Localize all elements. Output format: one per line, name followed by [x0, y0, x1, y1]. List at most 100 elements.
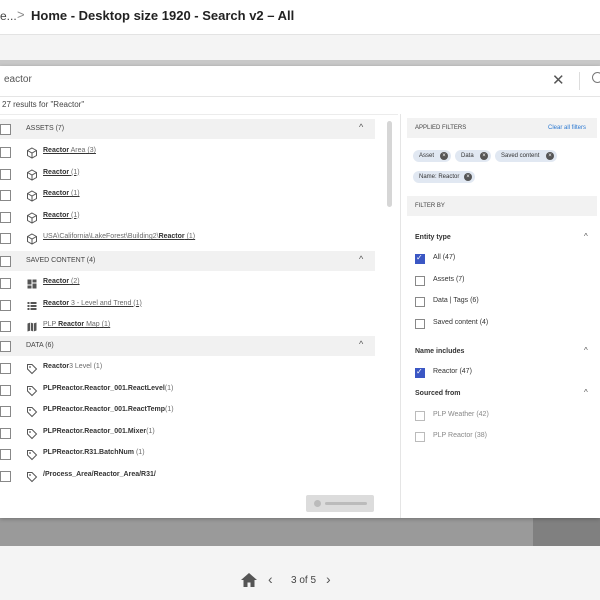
- row-checkbox[interactable]: [0, 470, 11, 482]
- result-count: (1): [69, 168, 80, 176]
- row-checkbox[interactable]: [0, 321, 11, 332]
- result-link[interactable]: Reactor 3 - Level and Trend (1): [43, 300, 142, 307]
- checkbox[interactable]: [415, 276, 425, 286]
- row-checkbox[interactable]: [0, 384, 11, 396]
- result-count: (3): [85, 147, 96, 154]
- row-checkbox[interactable]: [0, 190, 11, 201]
- scrollbar[interactable]: [387, 121, 392, 207]
- result-link[interactable]: Reactor3 Level (1): [43, 363, 102, 370]
- previous-page-icon[interactable]: ‹: [268, 571, 273, 587]
- result-prefix: PLP: [43, 321, 59, 328]
- result-link[interactable]: /Process_Area/Reactor_Area/R31/: [43, 471, 156, 478]
- row-checkbox[interactable]: [0, 363, 11, 374]
- result-row[interactable]: PLPReactor.R31.BatchNum (1): [0, 445, 375, 463]
- result-row[interactable]: Reactor 3 - Level and Trend (1): [0, 296, 375, 314]
- row-checkbox[interactable]: [0, 449, 11, 460]
- group-header-assets[interactable]: ASSETS (7) ^: [0, 119, 375, 139]
- result-row[interactable]: Reactor (2): [0, 274, 375, 292]
- checkbox-checked[interactable]: [415, 367, 425, 378]
- chevron-up-icon[interactable]: ^: [359, 339, 363, 349]
- result-link[interactable]: PLP Reactor Map (1): [43, 321, 110, 328]
- result-suffix: Map: [84, 321, 100, 328]
- result-row[interactable]: Reactor3 Level (1): [0, 359, 375, 377]
- row-checkbox[interactable]: [0, 299, 11, 311]
- result-link[interactable]: USA\California\LakeForest\Building2\Reac…: [43, 233, 195, 240]
- checkbox[interactable]: [415, 297, 425, 307]
- page-title: Home - Desktop size 1920 - Search v2 – A…: [31, 8, 295, 23]
- tag-icon: [26, 427, 38, 439]
- clear-all-filters-link[interactable]: Clear all filters: [548, 125, 586, 131]
- applied-filters-header: APPLIED FILTERS Clear all filters: [407, 118, 597, 138]
- filter-chip: Name: Reactor ×: [413, 171, 475, 183]
- stage-bottom-corner: [533, 518, 600, 546]
- filter-by-title: FILTER BY: [415, 203, 445, 209]
- checkbox-checked[interactable]: [415, 253, 425, 264]
- result-row[interactable]: Reactor (1): [0, 165, 375, 183]
- row-checkbox[interactable]: [0, 211, 11, 223]
- chevron-up-icon[interactable]: ^: [359, 122, 363, 132]
- result-row[interactable]: Reactor Area (3): [0, 143, 375, 161]
- row-checkbox[interactable]: [0, 278, 11, 289]
- chevron-up-icon[interactable]: ^: [584, 232, 588, 241]
- group-checkbox[interactable]: [0, 256, 11, 267]
- result-link[interactable]: Reactor (1): [43, 169, 80, 176]
- row-checkbox[interactable]: [0, 147, 11, 158]
- group-header-saved-content[interactable]: SAVED CONTENT (4) ^: [0, 251, 375, 271]
- group-header-data[interactable]: DATA (6) ^: [0, 336, 375, 356]
- remove-chip-icon[interactable]: ×: [480, 152, 488, 160]
- result-link[interactable]: Reactor (1): [43, 212, 80, 219]
- result-row[interactable]: Reactor (1): [0, 208, 375, 226]
- breadcrumb-previous[interactable]: e...: [0, 9, 17, 23]
- search-icon[interactable]: [592, 72, 600, 83]
- next-page-icon[interactable]: ›: [326, 571, 331, 587]
- checkbox[interactable]: [415, 319, 425, 329]
- button-icon: [314, 500, 321, 507]
- section-title-sourced-from: Sourced from: [415, 390, 461, 397]
- search-input[interactable]: [2, 73, 526, 86]
- applied-filters-title: APPLIED FILTERS: [415, 125, 467, 131]
- group-label: SAVED CONTENT (4): [26, 257, 96, 264]
- result-count: (1): [165, 406, 174, 413]
- row-checkbox[interactable]: [0, 168, 11, 180]
- result-link[interactable]: Reactor Area (3): [43, 147, 96, 154]
- remove-chip-icon[interactable]: ×: [546, 152, 554, 160]
- row-checkbox[interactable]: [0, 233, 11, 244]
- result-link[interactable]: Reactor (1): [43, 190, 80, 197]
- home-icon[interactable]: [241, 573, 257, 587]
- chevron-up-icon[interactable]: ^: [584, 346, 588, 355]
- tag-icon: [26, 470, 38, 482]
- chip-label: Asset: [419, 153, 435, 159]
- group-checkbox[interactable]: [0, 341, 11, 352]
- group-label: ASSETS (7): [26, 125, 65, 132]
- remove-chip-icon[interactable]: ×: [440, 152, 448, 160]
- result-match: Reactor: [43, 363, 70, 370]
- stage-bottom-strip: [0, 518, 600, 546]
- result-row[interactable]: PLPReactor.Reactor_001.ReactTemp(1): [0, 402, 375, 420]
- result-count: (1): [146, 427, 155, 435]
- result-link[interactable]: PLPReactor.Reactor_001.Mixer(1): [43, 428, 155, 435]
- result-row[interactable]: PLP Reactor Map (1): [0, 317, 375, 335]
- chevron-up-icon[interactable]: ^: [359, 254, 363, 264]
- remove-chip-icon[interactable]: ×: [464, 173, 472, 181]
- result-row[interactable]: PLPReactor.Reactor_001.Mixer(1): [0, 424, 375, 442]
- result-row[interactable]: USA\California\LakeForest\Building2\Reac…: [0, 229, 375, 247]
- result-link[interactable]: Reactor (2): [43, 278, 80, 285]
- result-row[interactable]: Reactor (1): [0, 186, 375, 204]
- row-checkbox[interactable]: [0, 427, 11, 439]
- action-button[interactable]: [306, 495, 374, 512]
- search-modal: ✕ 27 results for "Reactor" ASSETS (7) ^ …: [0, 66, 600, 518]
- result-link[interactable]: PLPReactor.R31.BatchNum (1): [43, 449, 145, 456]
- result-row[interactable]: PLPReactor.Reactor_001.ReactLevel(1): [0, 381, 375, 399]
- result-link[interactable]: PLPReactor.Reactor_001.ReactTemp(1): [43, 406, 174, 413]
- button-label-placeholder: [325, 502, 367, 505]
- option-label: Assets (7): [433, 276, 465, 283]
- row-checkbox[interactable]: [0, 406, 11, 417]
- section-title-entity-type: Entity type: [415, 234, 451, 241]
- list-icon: [26, 299, 38, 311]
- group-checkbox[interactable]: [0, 124, 11, 135]
- chevron-up-icon[interactable]: ^: [584, 388, 588, 397]
- clear-search-icon[interactable]: ✕: [552, 71, 565, 89]
- result-link[interactable]: PLPReactor.Reactor_001.ReactLevel(1): [43, 385, 173, 392]
- result-row[interactable]: /Process_Area/Reactor_Area/R31/: [0, 467, 375, 485]
- result-count: (1): [91, 363, 103, 370]
